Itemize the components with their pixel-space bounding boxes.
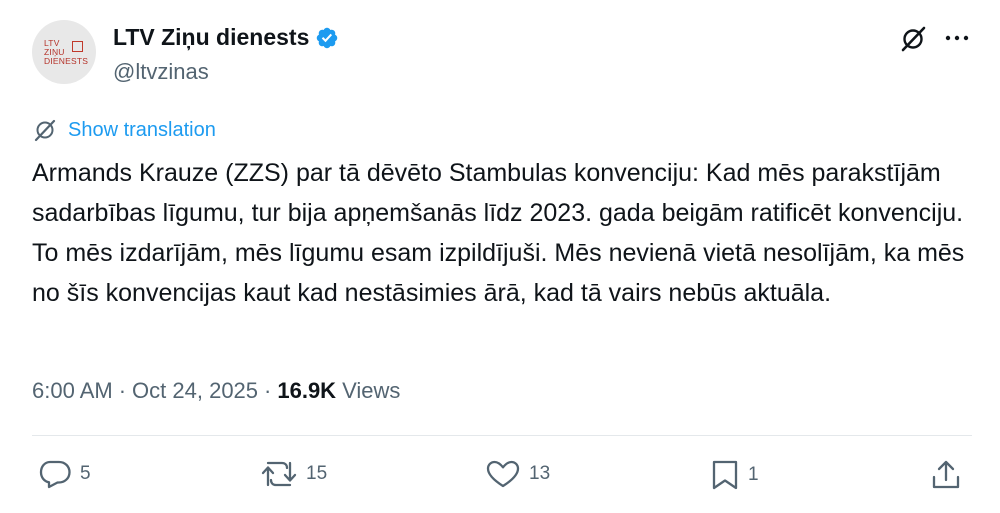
bookmark-icon	[712, 460, 738, 490]
author-name-row: LTV Ziņu dienests	[113, 24, 339, 51]
tweet-meta: 6:00 AM · Oct 24, 2025 · 16.9K Views	[32, 378, 400, 404]
avatar-logo-square	[72, 41, 83, 52]
retweet-icon	[261, 461, 297, 487]
tweet-date[interactable]: Oct 24, 2025	[132, 378, 258, 404]
share-button[interactable]	[929, 459, 963, 491]
share-icon	[932, 460, 960, 489]
more-icon[interactable]	[942, 25, 972, 51]
translate-icon	[32, 117, 58, 143]
views-count[interactable]: 16.9K	[277, 378, 336, 404]
author-display-name[interactable]: LTV Ziņu dienests	[113, 24, 309, 51]
meta-separator: ·	[118, 378, 127, 403]
show-translation-link[interactable]: Show translation	[68, 119, 216, 142]
reply-icon	[39, 460, 71, 489]
tweet-text: Armands Krauze (ZZS) par tā dēvēto Stamb…	[32, 159, 965, 307]
bookmark-button[interactable]: 1	[710, 459, 759, 491]
translation-row: Show translation	[32, 117, 216, 143]
divider	[32, 435, 972, 436]
meta-separator: ·	[264, 378, 272, 403]
like-count: 13	[529, 463, 551, 484]
avatar[interactable]: LTV ZIŅU DIENESTS	[32, 20, 96, 84]
retweet-count: 15	[306, 463, 328, 484]
like-button[interactable]: 13	[485, 459, 550, 489]
views-label[interactable]: Views	[342, 378, 400, 404]
retweet-button[interactable]: 15	[260, 459, 327, 489]
grok-icon[interactable]	[898, 24, 928, 54]
reply-count: 5	[80, 463, 91, 484]
tweet-time[interactable]: 6:00 AM	[32, 378, 113, 404]
bookmark-count: 1	[748, 464, 759, 485]
verified-badge-icon[interactable]	[315, 26, 339, 50]
author-handle[interactable]: @ltvzinas	[113, 59, 209, 85]
like-icon	[486, 460, 520, 488]
reply-button[interactable]: 5	[38, 459, 91, 489]
